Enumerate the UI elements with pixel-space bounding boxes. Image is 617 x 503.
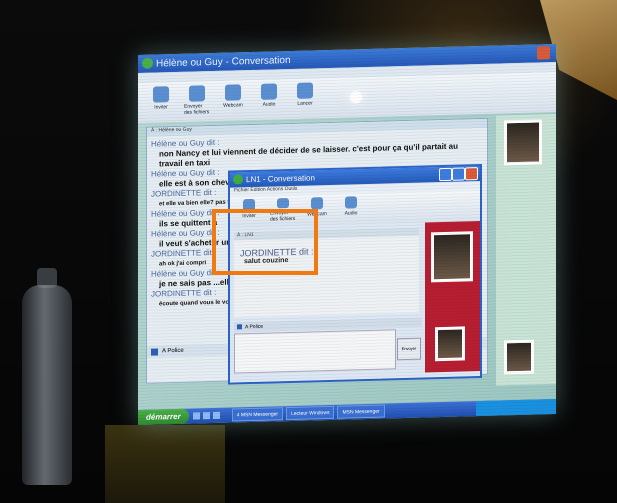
inner-window-title: LN1 - Conversation xyxy=(246,173,315,185)
close-icon[interactable] xyxy=(465,167,478,181)
files-icon xyxy=(189,85,205,102)
projected-screen: Hélène ou Guy - Conversation Inviter Env… xyxy=(138,44,556,425)
quick-launch-icon[interactable] xyxy=(212,411,220,420)
font-icon[interactable] xyxy=(151,347,158,356)
taskbar-item-messenger[interactable]: 4 MSN Messenger xyxy=(231,407,284,422)
own-avatar[interactable] xyxy=(504,339,534,375)
webcam-icon xyxy=(225,84,241,101)
quick-launch-icon[interactable] xyxy=(202,412,210,420)
font-icon[interactable] xyxy=(237,324,242,330)
contact-avatar[interactable] xyxy=(504,119,542,166)
audio-icon xyxy=(261,83,277,100)
message-input[interactable] xyxy=(234,329,396,374)
send-files-button[interactable]: Envoyer des fichiers xyxy=(184,85,210,118)
invite-button[interactable]: Inviter xyxy=(148,86,174,119)
system-tray xyxy=(476,399,556,417)
webcam-icon xyxy=(311,197,323,210)
webcam-button[interactable]: Webcam xyxy=(220,84,246,117)
minimize-icon[interactable] xyxy=(439,167,452,182)
own-avatar[interactable] xyxy=(435,326,465,362)
files-icon xyxy=(277,198,289,209)
audio-icon xyxy=(345,196,357,209)
hearts-background xyxy=(425,221,480,373)
close-icon[interactable] xyxy=(537,46,550,60)
invite-icon xyxy=(153,86,169,103)
quick-launch-icon[interactable] xyxy=(192,412,200,420)
maximize-icon[interactable] xyxy=(452,167,465,181)
send-button[interactable]: Envoyer xyxy=(397,337,421,361)
water-bottle xyxy=(22,285,72,485)
foreground-object xyxy=(105,425,225,503)
taskbar-item-messenger-2[interactable]: MSN Messenger xyxy=(337,404,385,419)
launch-button[interactable]: Lancer xyxy=(292,82,318,115)
messenger-icon xyxy=(233,174,243,185)
start-button[interactable]: démarrer xyxy=(138,408,189,425)
highlight-box xyxy=(212,209,318,275)
launch-icon xyxy=(297,82,313,99)
contact-avatar[interactable] xyxy=(431,231,473,283)
messenger-icon xyxy=(142,57,153,69)
audio-button[interactable]: Audio xyxy=(338,196,364,221)
taskbar-item-player[interactable]: Lecteur Windows xyxy=(286,405,335,421)
quick-launch xyxy=(189,411,229,420)
background-theme xyxy=(496,114,556,386)
audio-button[interactable]: Audio xyxy=(256,83,282,116)
main-window-title: Hélène ou Guy - Conversation xyxy=(156,54,291,70)
